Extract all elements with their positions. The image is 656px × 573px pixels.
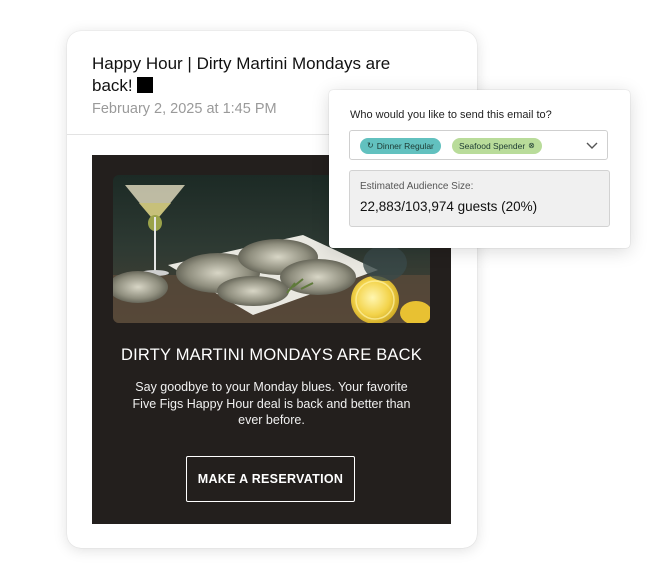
make-reservation-button[interactable]: MAKE A RESERVATION: [186, 456, 355, 502]
segment-tag-label: Dinner Regular: [376, 141, 434, 151]
estimated-audience-box: Estimated Audience Size: 22,883/103,974 …: [349, 170, 610, 227]
audience-question-label: Who would you like to send this email to…: [350, 109, 552, 121]
segment-tag-seafood-spender[interactable]: Seafood Spender ⊗: [452, 138, 542, 154]
audience-segment-select[interactable]: ↻ Dinner Regular Seafood Spender ⊗: [349, 130, 608, 160]
refresh-icon: ↻: [367, 141, 374, 150]
audience-selector-panel: Who would you like to send this email to…: [329, 90, 630, 248]
email-sent-date: February 2, 2025 at 1:45 PM: [92, 101, 277, 117]
estimate-label: Estimated Audience Size:: [360, 181, 474, 192]
estimate-value: 22,883/103,974 guests (20%): [360, 199, 538, 214]
chevron-down-icon[interactable]: [586, 140, 598, 150]
black-square-emoji-icon: [136, 77, 153, 93]
segment-tag-dinner-regular[interactable]: ↻ Dinner Regular: [360, 138, 441, 154]
email-headline: DIRTY MARTINI MONDAYS ARE BACK: [121, 346, 422, 364]
email-body-text: Say goodbye to your Monday blues. Your f…: [132, 380, 411, 427]
segment-tag-label: Seafood Spender: [459, 141, 526, 151]
remove-circle-icon[interactable]: ⊗: [528, 138, 535, 154]
